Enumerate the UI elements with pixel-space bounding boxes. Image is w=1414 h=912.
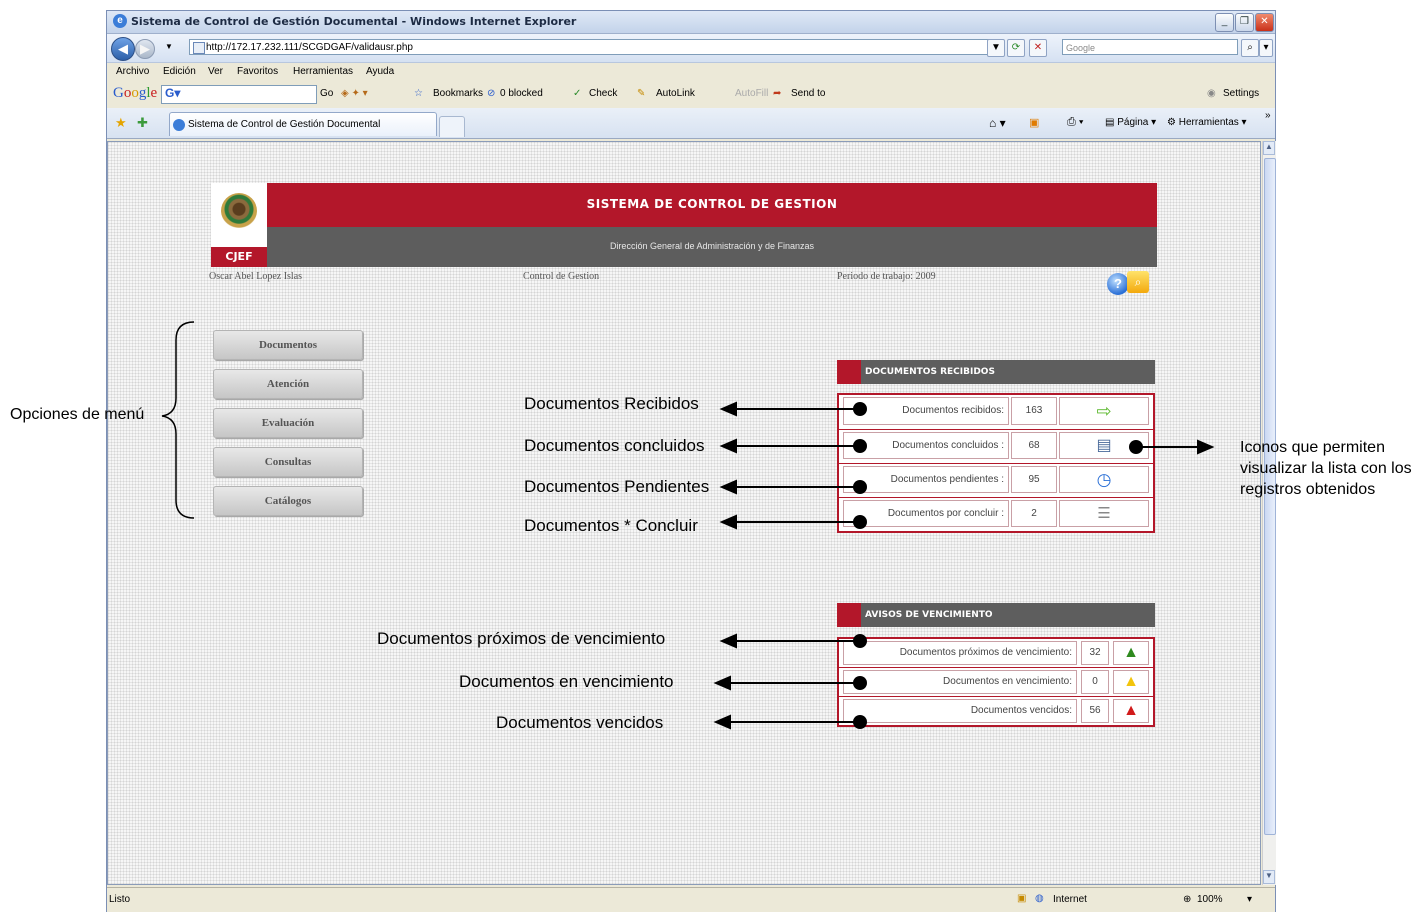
annotation-dot (853, 715, 867, 729)
annotation-arrows (161, 321, 1215, 730)
annotation-concluded: Documentos concluidos (524, 436, 705, 455)
annotation-received: Documentos Recibidos (524, 394, 699, 413)
annotation-to-conclude: Documentos * Concluir (524, 516, 698, 535)
annotation-dot (853, 634, 867, 648)
annotation-near-expiry: Documentos próximos de vencimiento (377, 629, 666, 648)
annotation-icons-note: Iconos que permiten visualizar la lista … (1240, 439, 1412, 498)
annotation-dot (853, 480, 867, 494)
annotation-in-expiry: Documentos en vencimiento (459, 672, 674, 691)
menu-brace (161, 321, 195, 519)
annotation-dot (853, 439, 867, 453)
annotation-menu-options: Opciones de menú (10, 406, 145, 423)
annotation-expired: Documentos vencidos (496, 713, 664, 732)
annotation-dot (853, 402, 867, 416)
annotation-dot (1129, 440, 1143, 454)
annotation-dot (853, 515, 867, 529)
annotation-dot (853, 676, 867, 690)
annotation-pending: Documentos Pendientes (524, 477, 710, 496)
